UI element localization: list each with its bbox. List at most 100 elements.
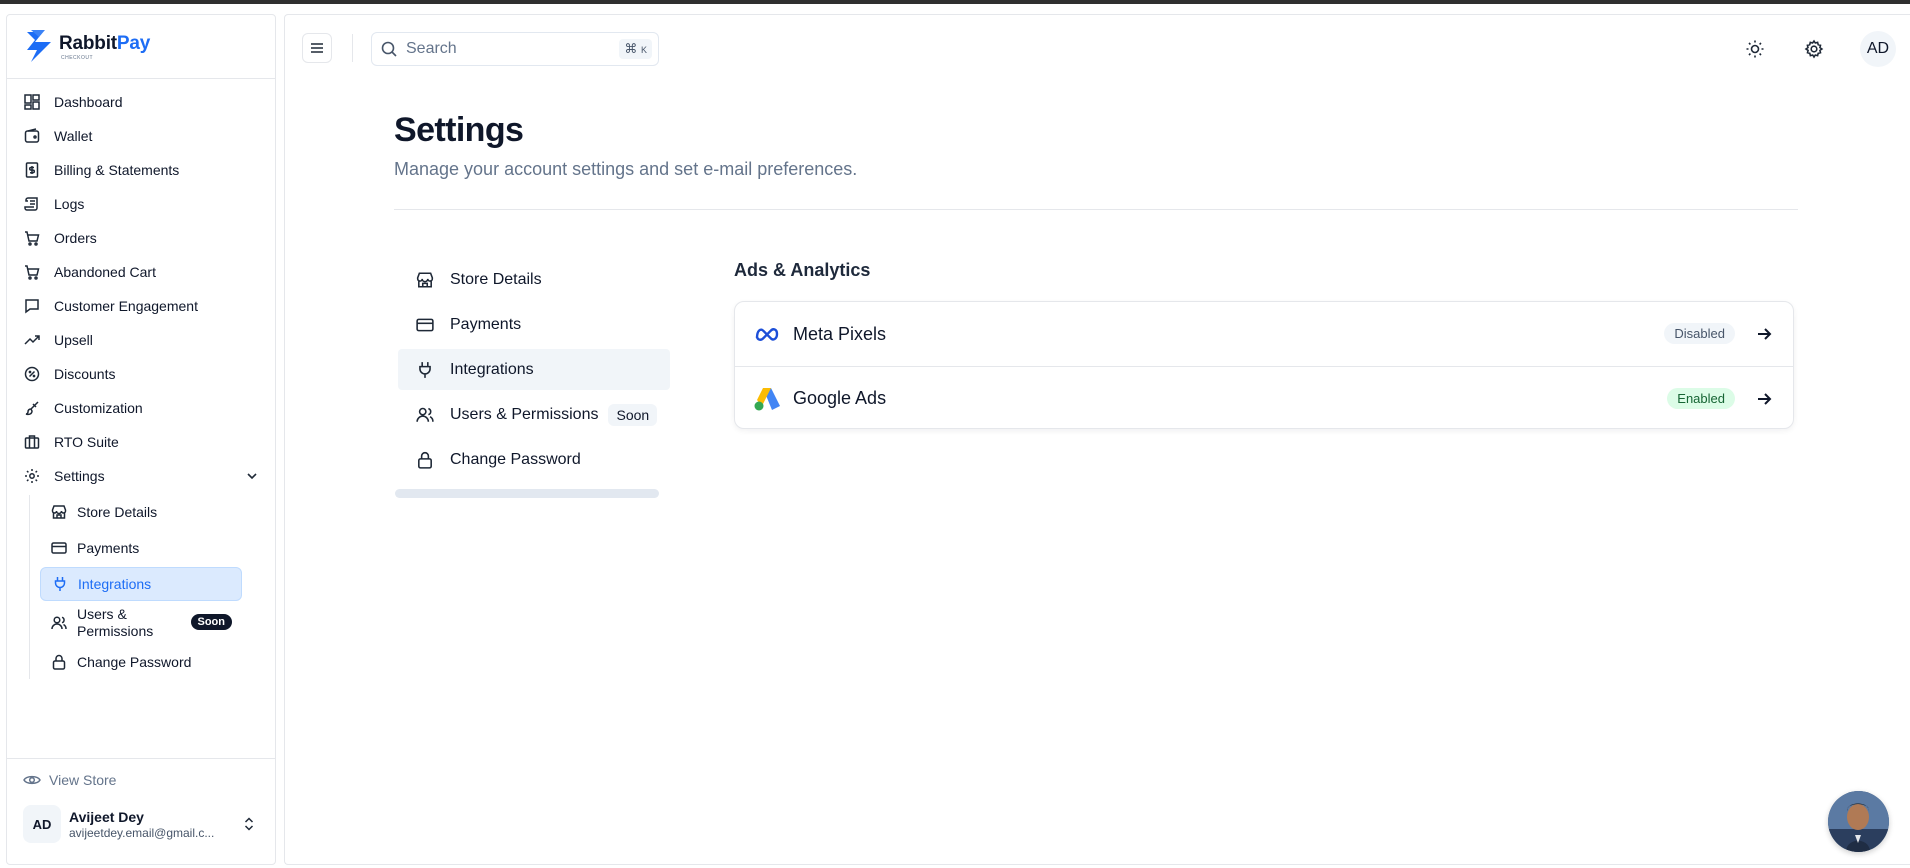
divider (394, 209, 1798, 210)
support-chat-avatar[interactable] (1828, 791, 1889, 852)
menu-toggle-button[interactable] (302, 33, 332, 63)
sidebar-item-label: Customer Engagement (54, 298, 198, 314)
users-icon (50, 614, 68, 632)
sidebar-item-label: RTO Suite (54, 434, 119, 450)
integration-name: Google Ads (793, 388, 887, 408)
sidebar-item-label: Customization (54, 400, 143, 416)
hamburger-icon (311, 43, 323, 53)
user-email: avijeetdey.email@gmail.c... (69, 825, 215, 840)
subnav-item-store-details[interactable]: Store Details (40, 495, 242, 529)
page-title: Settings (394, 111, 524, 149)
rabbitpay-logo-icon (27, 29, 51, 62)
settings-nav-change-password[interactable]: Change Password (398, 439, 670, 480)
store-icon (50, 503, 68, 521)
sidebar-item-billing[interactable]: Billing & Statements (7, 153, 275, 187)
meta-logo-icon (753, 320, 781, 348)
user-menu[interactable]: AD Avijeet Dey avijeetdey.email@gmail.c.… (7, 805, 275, 843)
settings-nav-label: Change Password (450, 450, 581, 468)
sidebar-item-orders[interactable]: Orders (7, 221, 275, 255)
sidebar-item-label: Wallet (54, 128, 93, 144)
settings-nav-payments[interactable]: Payments (398, 304, 670, 345)
sidebar-item-label: Billing & Statements (54, 162, 180, 178)
sidebar-item-dashboard[interactable]: Dashboard (7, 85, 275, 119)
sidebar-item-discounts[interactable]: Discounts (7, 357, 275, 391)
sidebar: RabbitPay CHECKOUT Dashboard Wallet Bill… (6, 14, 276, 865)
sidebar-item-label: Settings (54, 468, 105, 484)
page-subtitle: Manage your account settings and set e-m… (394, 159, 858, 179)
view-store-link[interactable]: View Store (7, 761, 275, 799)
horizontal-scrollbar[interactable] (395, 489, 659, 498)
sidebar-item-logs[interactable]: Logs (7, 187, 275, 221)
settings-button[interactable] (1798, 33, 1830, 65)
briefcase-icon (23, 433, 41, 451)
person-photo-icon (1828, 791, 1889, 852)
settings-nav-label: Store Details (450, 270, 542, 288)
integration-name: Meta Pixels (793, 323, 887, 344)
sidebar-item-customization[interactable]: Customization (7, 391, 275, 425)
search-input[interactable] (406, 40, 606, 58)
subnav-item-change-password[interactable]: Change Password (40, 645, 242, 679)
wallet-icon (23, 127, 41, 145)
sidebar-item-label: Dashboard (54, 94, 123, 110)
brand-logo[interactable]: RabbitPay CHECKOUT (7, 15, 275, 79)
sidebar-item-rto-suite[interactable]: RTO Suite (7, 425, 275, 459)
settings-nav-label: Integrations (450, 360, 534, 378)
sidebar-nav: Dashboard Wallet Billing & Statements Lo… (7, 79, 275, 679)
cart-icon (23, 229, 41, 247)
google-ads-logo-icon (753, 385, 781, 413)
integrations-card: Meta Pixels Disabled Google Ads Enabled (734, 301, 1794, 429)
arrow-right-icon[interactable] (1753, 388, 1775, 410)
lock-icon (50, 653, 68, 671)
theme-toggle-button[interactable] (1739, 33, 1771, 65)
credit-card-icon (416, 316, 434, 334)
brand-name: RabbitPay (59, 32, 151, 54)
settings-subnav: Store Details Payments Integrations User… (29, 495, 275, 679)
brand-tagline: CHECKOUT (61, 54, 94, 61)
trend-up-icon (23, 331, 41, 349)
sidebar-item-label: Abandoned Cart (54, 264, 156, 280)
section-title: Ads & Analytics (734, 260, 871, 280)
sidebar-item-settings[interactable]: Settings (7, 459, 275, 493)
search-bar[interactable]: ⌘ K (371, 32, 659, 66)
avatar[interactable]: AD (1860, 31, 1896, 67)
chevrons-up-down-icon[interactable] (241, 816, 257, 832)
shortcut-hint: ⌘ K (619, 39, 652, 59)
sidebar-item-customer-engagement[interactable]: Customer Engagement (7, 289, 275, 323)
sidebar-item-label: Logs (54, 196, 85, 212)
settings-nav-integrations[interactable]: Integrations (398, 349, 670, 390)
status-badge: Disabled (1664, 323, 1735, 344)
sun-icon (1746, 40, 1764, 58)
integration-row-google-ads[interactable]: Google Ads Enabled (735, 366, 1793, 430)
eye-icon (23, 775, 41, 785)
subnav-item-label: Payments (77, 540, 140, 556)
dashboard-icon (23, 93, 41, 111)
receipt-icon (23, 161, 41, 179)
status-badge: Enabled (1667, 388, 1735, 409)
users-icon (416, 406, 434, 424)
arrow-right-icon[interactable] (1753, 323, 1775, 345)
sidebar-item-upsell[interactable]: Upsell (7, 323, 275, 357)
soon-badge: Soon (608, 403, 658, 426)
subnav-item-payments[interactable]: Payments (40, 531, 242, 565)
message-icon (23, 297, 41, 315)
integration-row-meta-pixels[interactable]: Meta Pixels Disabled (735, 302, 1793, 366)
plug-icon (416, 361, 434, 379)
lock-icon (416, 451, 434, 469)
chevron-down-icon (247, 473, 257, 480)
subnav-item-integrations[interactable]: Integrations (40, 567, 242, 601)
subnav-item-label: Integrations (78, 576, 152, 592)
cart-icon (23, 263, 41, 281)
sidebar-item-abandoned-cart[interactable]: Abandoned Cart (7, 255, 275, 289)
gear-icon (23, 467, 41, 485)
gear-icon (1804, 39, 1824, 59)
browser-top-strip (0, 0, 1910, 4)
settings-nav-users-permissions[interactable]: Users & Permissions Soon (398, 394, 670, 435)
subnav-item-label: Users & (77, 606, 127, 622)
scroll-icon (23, 195, 41, 213)
subnav-item-users-permissions[interactable]: Users & Permissions Soon (40, 603, 242, 643)
settings-nav-store-details[interactable]: Store Details (398, 259, 670, 300)
view-store-label: View Store (49, 772, 117, 788)
credit-card-icon (50, 539, 68, 557)
subnav-item-label: Change Password (77, 654, 192, 670)
sidebar-item-wallet[interactable]: Wallet (7, 119, 275, 153)
